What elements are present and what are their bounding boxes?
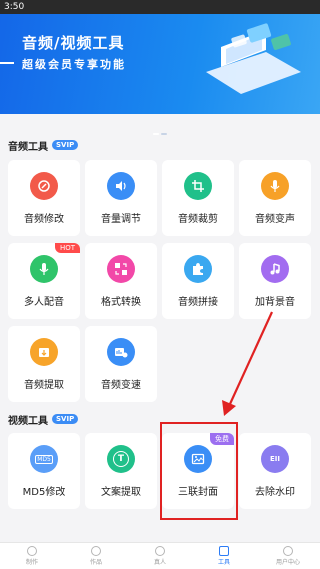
mic-icon <box>30 255 58 283</box>
tool-format-convert[interactable]: 格式转换 <box>85 243 157 319</box>
tool-text-extract[interactable]: T 文案提取 <box>85 433 157 509</box>
tool-add-bgm[interactable]: 加背景音 <box>239 243 311 319</box>
laptop-illustration-icon <box>206 23 301 94</box>
hot-badge: HOT <box>54 243 80 253</box>
tool-label: 多人配音 <box>24 297 64 308</box>
tool-audio-edit[interactable]: 音频修改 <box>8 160 80 236</box>
tool-label: 音频变声 <box>255 214 295 225</box>
tab-label: 工具 <box>217 559 230 566</box>
text-icon-glyph: T <box>113 451 129 467</box>
video-section-title: 视频工具 <box>8 415 48 427</box>
tool-label: 音量调节 <box>101 214 141 225</box>
tool-label: 音频变速 <box>101 380 141 391</box>
tab-label: 真人 <box>153 559 166 566</box>
tab-make[interactable]: 制作 <box>0 543 64 569</box>
tool-crop[interactable]: 音频裁剪 <box>162 160 234 236</box>
make-icon <box>27 546 37 556</box>
person-icon <box>155 546 165 556</box>
status-time: 3:50 <box>4 2 25 12</box>
video-section-header: 视频工具 SVIP <box>8 412 79 427</box>
tab-label: 制作 <box>25 559 38 566</box>
audio-edit-icon <box>30 172 58 200</box>
volume-icon <box>107 172 135 200</box>
tool-label: 去除水印 <box>255 487 295 498</box>
banner-pager <box>0 120 320 135</box>
microphone-icon <box>261 172 289 200</box>
tool-label: 文案提取 <box>101 487 141 498</box>
user-icon <box>283 546 293 556</box>
tool-audio-speed[interactable]: 音频变速 <box>85 326 157 402</box>
status-bar: 3:50 <box>0 0 320 14</box>
tool-voice-change[interactable]: 音频变声 <box>239 160 311 236</box>
convert-icon <box>107 255 135 283</box>
promo-banner[interactable]: 音频/视频工具 超级会员专享功能 <box>0 14 320 114</box>
tool-md5-modify[interactable]: MD5 MD5修改 <box>8 433 80 509</box>
tool-multi-dubbing[interactable]: 多人配音 HOT <box>8 243 80 319</box>
tool-volume[interactable]: 音量调节 <box>85 160 157 236</box>
tab-works[interactable]: 作品 <box>64 543 128 569</box>
audio-section-header: 音频工具 SVIP <box>8 138 79 153</box>
tool-audio-join[interactable]: 音频拼接 <box>162 243 234 319</box>
puzzle-icon <box>184 255 212 283</box>
tab-tools[interactable]: 工具 <box>192 543 256 569</box>
tool-label: 音频提取 <box>24 380 64 391</box>
svip-badge: SVIP <box>52 140 79 150</box>
tool-label: 音频裁剪 <box>178 214 218 225</box>
tool-label: MD5修改 <box>22 487 66 498</box>
tool-audio-extract[interactable]: 音频提取 <box>8 326 80 402</box>
music-note-icon <box>261 255 289 283</box>
speed-icon <box>107 338 135 366</box>
md5-icon: MD5 <box>30 445 58 473</box>
tab-label: 用户中心 <box>275 559 300 566</box>
watermark-icon-text: EII <box>270 455 280 463</box>
banner-title: 音频/视频工具 <box>22 34 125 52</box>
tab-user-center[interactable]: 用户中心 <box>256 543 320 569</box>
tool-remove-watermark[interactable]: EII 去除水印 <box>239 433 311 509</box>
tab-label: 作品 <box>89 559 102 566</box>
md5-icon-text: MD5 <box>35 454 53 464</box>
extract-icon <box>30 338 58 366</box>
crop-icon <box>184 172 212 200</box>
banner-subtitle: 超级会员专享功能 <box>0 58 126 71</box>
tools-icon <box>219 546 229 556</box>
tool-label: 格式转换 <box>101 297 141 308</box>
works-icon <box>91 546 101 556</box>
audio-section-title: 音频工具 <box>8 141 48 153</box>
annotation-highlight-box <box>160 422 238 520</box>
watermark-icon: EII <box>261 445 289 473</box>
tool-label: 音频修改 <box>24 214 64 225</box>
bottom-tab-bar: 制作 作品 真人 工具 用户中心 <box>0 542 320 569</box>
text-extract-icon: T <box>107 445 135 473</box>
svip-badge: SVIP <box>52 414 79 424</box>
tool-label: 加背景音 <box>255 297 295 308</box>
tool-label: 音频拼接 <box>178 297 218 308</box>
tab-real-person[interactable]: 真人 <box>128 543 192 569</box>
